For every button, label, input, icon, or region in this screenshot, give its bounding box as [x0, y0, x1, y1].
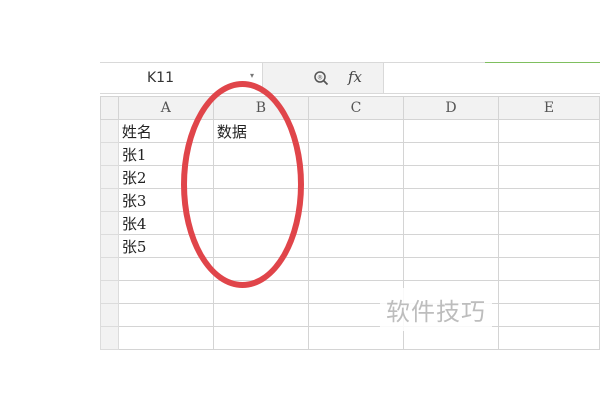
row-header[interactable] [100, 303, 119, 327]
cell-e8[interactable] [498, 280, 600, 304]
table-row: 张3 [100, 188, 600, 212]
cell-a3[interactable]: 张2 [117, 165, 214, 189]
cell-e10[interactable] [498, 326, 600, 350]
name-box[interactable]: K11 ▾ [100, 63, 263, 93]
insert-function-icon[interactable]: fx [348, 68, 362, 86]
row-header[interactable] [100, 211, 119, 235]
cell-d3[interactable] [402, 165, 500, 189]
table-row: 张4 [100, 211, 600, 235]
cell-a4[interactable]: 张3 [117, 188, 214, 212]
spreadsheet-grid: A B C D E 姓名 数据 张1 张2 张3 张4 张5 [100, 96, 600, 350]
chevron-down-icon[interactable]: ▾ [250, 71, 254, 80]
cell-b6[interactable] [212, 234, 309, 258]
cell-a6[interactable]: 张5 [117, 234, 214, 258]
row-header[interactable] [100, 280, 119, 304]
formula-input[interactable] [383, 63, 600, 93]
table-row: 张2 [100, 165, 600, 189]
table-row [100, 257, 600, 281]
svg-text:®: ® [317, 75, 323, 82]
cell-d1[interactable] [402, 119, 500, 143]
cell-d6[interactable] [402, 234, 500, 258]
cell-d2[interactable] [402, 142, 500, 166]
column-header-b[interactable]: B [212, 96, 309, 120]
column-header-c[interactable]: C [307, 96, 404, 120]
cell-a7[interactable] [117, 257, 214, 281]
cell-b9[interactable] [212, 303, 309, 327]
cell-a1[interactable]: 姓名 [117, 119, 214, 143]
table-row [100, 303, 600, 327]
select-all-corner[interactable] [100, 96, 119, 120]
cell-d5[interactable] [402, 211, 500, 235]
cell-b4[interactable] [212, 188, 309, 212]
cell-b2[interactable] [212, 142, 309, 166]
cell-e5[interactable] [498, 211, 600, 235]
name-box-value: K11 [147, 70, 174, 86]
cell-b7[interactable] [212, 257, 309, 281]
formula-bar: K11 ▾ ® fx [100, 62, 600, 94]
cell-a2[interactable]: 张1 [117, 142, 214, 166]
cell-b1[interactable]: 数据 [212, 119, 309, 143]
row-header[interactable] [100, 188, 119, 212]
table-row [100, 326, 600, 350]
cell-b3[interactable] [212, 165, 309, 189]
table-row [100, 280, 600, 304]
cell-b8[interactable] [212, 280, 309, 304]
cell-c5[interactable] [307, 211, 404, 235]
zoom-icon[interactable]: ® [313, 70, 329, 86]
row-header[interactable] [100, 165, 119, 189]
column-header-row: A B C D E [100, 96, 600, 120]
cell-d7[interactable] [402, 257, 500, 281]
row-header[interactable] [100, 119, 119, 143]
cell-e7[interactable] [498, 257, 600, 281]
cell-c7[interactable] [307, 257, 404, 281]
row-header[interactable] [100, 326, 119, 350]
cell-c6[interactable] [307, 234, 404, 258]
watermark-text: 软件技巧 [380, 288, 492, 331]
cell-e2[interactable] [498, 142, 600, 166]
column-header-a[interactable]: A [117, 96, 214, 120]
table-row: 张1 [100, 142, 600, 166]
cell-a8[interactable] [117, 280, 214, 304]
cell-a9[interactable] [117, 303, 214, 327]
table-row: 姓名 数据 [100, 119, 600, 143]
formula-tools: ® fx [270, 63, 380, 93]
table-row: 张5 [100, 234, 600, 258]
cell-a5[interactable]: 张4 [117, 211, 214, 235]
cell-e9[interactable] [498, 303, 600, 327]
row-header[interactable] [100, 234, 119, 258]
cell-c3[interactable] [307, 165, 404, 189]
cell-a10[interactable] [117, 326, 214, 350]
cell-e3[interactable] [498, 165, 600, 189]
row-header[interactable] [100, 257, 119, 281]
cell-e4[interactable] [498, 188, 600, 212]
row-header[interactable] [100, 142, 119, 166]
cell-c2[interactable] [307, 142, 404, 166]
cell-b10[interactable] [212, 326, 309, 350]
cell-e1[interactable] [498, 119, 600, 143]
cell-e6[interactable] [498, 234, 600, 258]
cell-c1[interactable] [307, 119, 404, 143]
cell-b5[interactable] [212, 211, 309, 235]
column-header-e[interactable]: E [498, 96, 600, 120]
column-header-d[interactable]: D [402, 96, 500, 120]
cell-d4[interactable] [402, 188, 500, 212]
cell-c4[interactable] [307, 188, 404, 212]
